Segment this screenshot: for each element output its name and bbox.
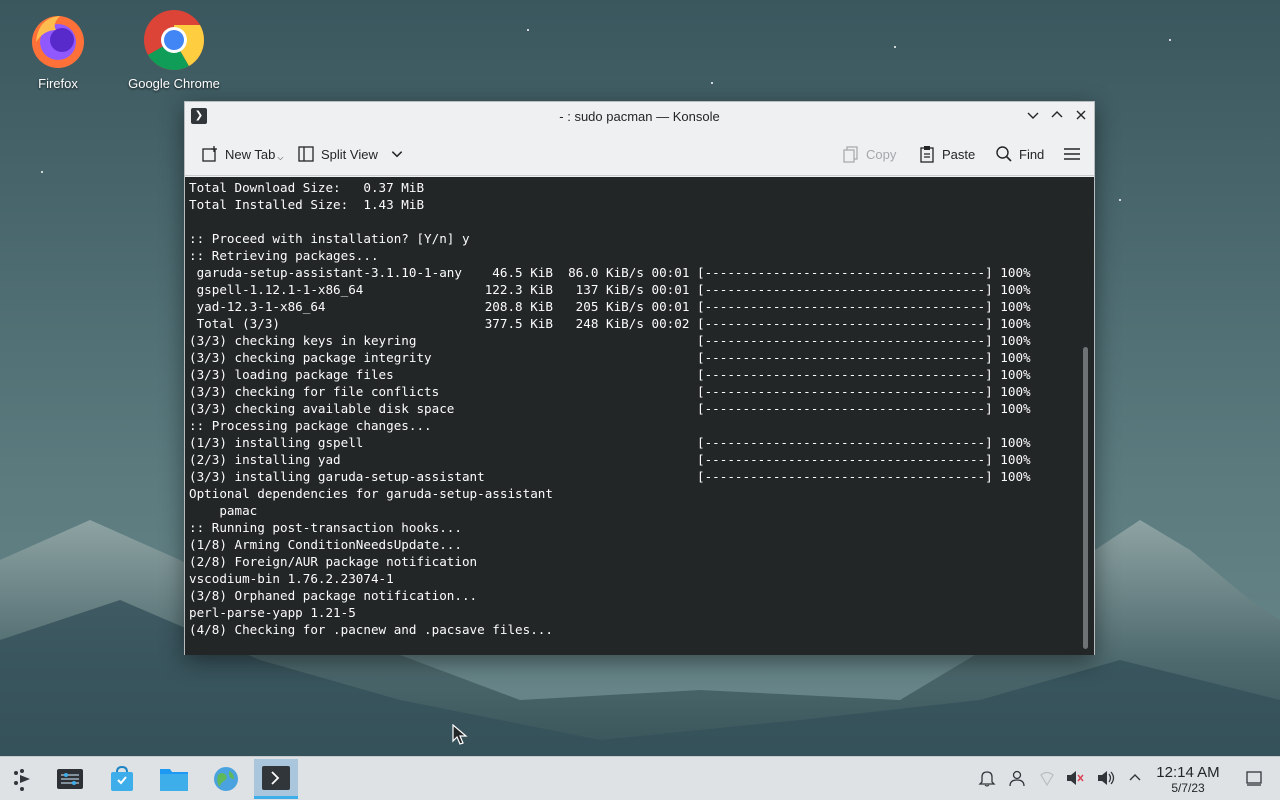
terminal-line: (3/3) loading package files [-----------… [189, 367, 1031, 382]
system-settings-icon [57, 769, 83, 789]
taskbar: 12:14 AM 5/7/23 [0, 756, 1280, 800]
browser-globe-icon [214, 767, 238, 791]
split-view-button[interactable]: Split View [297, 143, 404, 165]
clock-time: 12:14 AM [1156, 764, 1220, 781]
terminal-line: (3/8) Orphaned package notification... [189, 588, 478, 603]
terminal-line: (1/8) Arming ConditionNeedsUpdate... [189, 537, 462, 552]
terminal-line: Optional dependencies for garuda-setup-a… [189, 486, 553, 501]
chevron-up-icon [1051, 111, 1063, 118]
terminal-line: garuda-setup-assistant-3.1.10-1-any 46.5… [189, 265, 1031, 280]
copy-button[interactable]: Copy [842, 143, 896, 165]
chrome-icon [142, 8, 206, 72]
window-titlebar[interactable]: ❯ - : sudo pacman — Konsole [185, 102, 1094, 131]
konsole-toolbar: New Tab ⌵ Split View Copy Paste Find [185, 131, 1094, 176]
terminal-line: :: Running post-transaction hooks... [189, 520, 462, 535]
terminal-line: pamac [189, 503, 258, 518]
volume-muted-icon[interactable] [1065, 769, 1085, 789]
konsole-icon [262, 765, 290, 790]
search-icon [996, 146, 1012, 162]
paste-button[interactable]: Paste [918, 143, 975, 165]
digital-clock[interactable]: 12:14 AM 5/7/23 [1148, 764, 1228, 795]
konsole-window: ❯ - : sudo pacman — Konsole New Tab ⌵ Sp… [184, 101, 1095, 655]
terminal-line: (3/3) checking available disk space [---… [189, 401, 1031, 416]
terminal-line: (2/3) installing yad [------------------… [189, 452, 1031, 467]
terminal-line: (3/3) checking keys in keyring [--------… [189, 333, 1031, 348]
terminal-line: Total Download Size: 0.37 MiB [189, 180, 425, 195]
file-manager-icon [160, 769, 188, 791]
new-tab-label: New Tab [225, 146, 276, 162]
volume-icon[interactable] [1096, 769, 1116, 789]
network-icon[interactable] [1037, 769, 1057, 789]
application-launcher-icon [14, 769, 30, 791]
application-launcher-button[interactable] [0, 759, 44, 799]
terminal-line: gspell-1.12.1-1-x86_64 122.3 KiB 137 KiB… [189, 282, 1031, 297]
terminal-line: (1/3) installing gspell [---------------… [189, 435, 1031, 450]
taskbar-browser[interactable] [204, 759, 248, 799]
terminal-line: (2/8) Foreign/AUR package notification [189, 554, 478, 569]
terminal-line: :: Proceed with installation? [Y/n] y [189, 231, 470, 246]
mouse-pointer-icon [452, 723, 468, 751]
taskbar-file-manager[interactable] [152, 759, 196, 799]
terminal-line: (3/3) installing garuda-setup-assistant … [189, 469, 1031, 484]
maximize-button[interactable] [1048, 107, 1066, 125]
terminal-line: (3/3) checking package integrity [------… [189, 350, 1031, 365]
copy-label: Copy [866, 146, 897, 162]
close-button[interactable] [1072, 107, 1090, 125]
user-icon[interactable] [1007, 769, 1027, 789]
paste-icon [920, 146, 934, 163]
desktop-icon-firefox[interactable]: Firefox [3, 8, 113, 91]
split-view-icon [298, 146, 314, 162]
hamburger-menu-button[interactable] [1063, 143, 1081, 165]
taskbar-discover[interactable] [100, 759, 144, 799]
terminal-output[interactable]: Total Download Size: 0.37 MiB Total Insta… [185, 177, 1094, 655]
taskbar-konsole[interactable] [254, 759, 298, 799]
terminal-line: (3/3) checking for file conflicts [-----… [189, 384, 1031, 399]
desktop-icon-google-chrome[interactable]: Google Chrome [119, 8, 229, 91]
minimize-button[interactable] [1024, 107, 1042, 125]
terminal-scrollbar[interactable] [1083, 347, 1088, 649]
new-tab-button[interactable]: New Tab ⌵ [201, 143, 283, 165]
terminal-text: Total Download Size: 0.37 MiB Total Insta… [189, 179, 1031, 638]
taskbar-system-settings[interactable] [48, 759, 92, 799]
desktop-icon-label: Firefox [38, 76, 78, 91]
expand-tray-icon[interactable] [1125, 769, 1145, 789]
copy-icon [843, 146, 858, 163]
find-button[interactable]: Find [995, 143, 1044, 165]
split-view-label: Split View [321, 146, 378, 162]
hamburger-menu-icon [1064, 148, 1080, 160]
chevron-down-icon [391, 151, 403, 158]
terminal-line: Total (3/3) 377.5 KiB 248 KiB/s 00:02 [-… [189, 316, 1031, 331]
close-icon [1076, 110, 1086, 120]
clock-date: 5/7/23 [1171, 781, 1205, 795]
show-desktop-icon[interactable] [1244, 769, 1264, 789]
chevron-down-icon [1027, 112, 1039, 119]
window-title: - : sudo pacman — Konsole [559, 109, 720, 124]
find-label: Find [1019, 146, 1045, 162]
paste-label: Paste [942, 146, 976, 162]
terminal-line: perl-parse-yapp 1.21-5 [189, 605, 356, 620]
chevron-down-icon: ⌵ [277, 153, 284, 162]
terminal-line: :: Processing package changes... [189, 418, 432, 433]
firefox-icon [26, 8, 90, 72]
desktop-icon-label: Google Chrome [128, 76, 220, 91]
terminal-line: (4/8) Checking for .pacnew and .pacsave … [189, 622, 553, 637]
terminal-line: yad-12.3-1-x86_64 208.8 KiB 205 KiB/s 00… [189, 299, 1031, 314]
terminal-line: vscodium-bin 1.76.2.23074-1 [189, 571, 394, 586]
new-tab-icon [202, 146, 217, 162]
terminal-line: :: Retrieving packages... [189, 248, 379, 263]
terminal-line: Total Installed Size: 1.43 MiB [189, 197, 425, 212]
discover-store-icon [111, 765, 133, 791]
notifications-icon[interactable] [977, 769, 997, 789]
